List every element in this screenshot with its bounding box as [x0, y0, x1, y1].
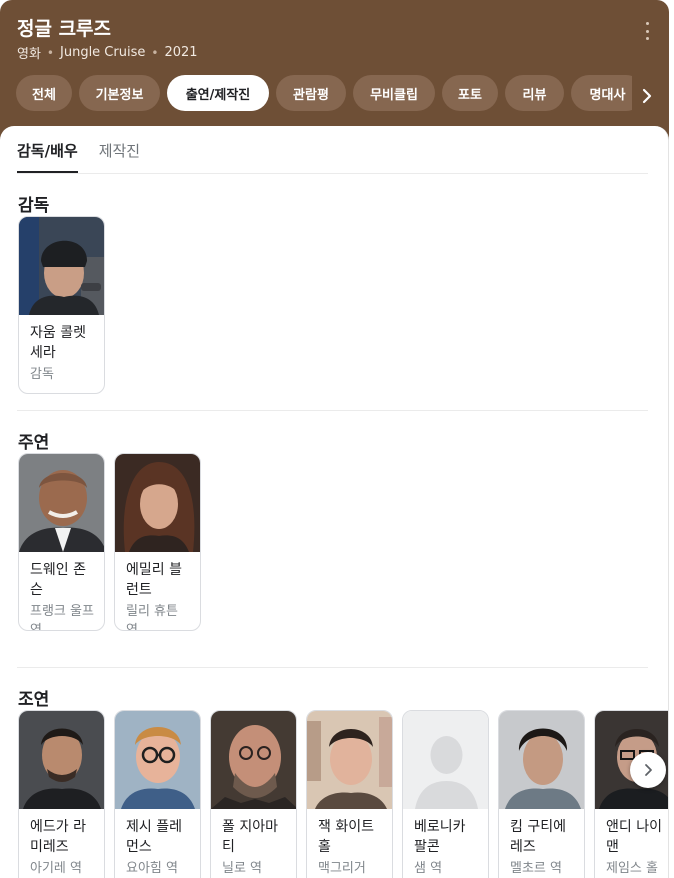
- person-name: 에드가 라미레즈: [30, 819, 86, 855]
- section-title-lead: 주연: [18, 433, 50, 453]
- person-photo: [19, 217, 104, 315]
- separator-dot: •: [46, 45, 54, 60]
- person-card[interactable]: 킴 구티에레즈 멜초르 역: [498, 710, 585, 878]
- subtitle: 영화 • Jungle Cruise • 2021: [17, 43, 198, 62]
- tab-cast-crew[interactable]: 출연/제작진: [167, 75, 269, 111]
- person-placeholder-icon: [403, 711, 488, 809]
- person-role: 샘 역: [414, 861, 443, 876]
- tab-label: 관람평: [293, 87, 329, 103]
- person-card[interactable]: 드웨인 존슨 프랭크 울프 역: [18, 453, 105, 631]
- divider: [17, 667, 648, 668]
- tab-quotes[interactable]: 명대사: [571, 75, 632, 111]
- subtitle-type: 영화: [17, 47, 41, 62]
- tab-reviews-rating[interactable]: 관람평: [276, 75, 346, 111]
- person-photo: [115, 454, 200, 552]
- header: 정글 크루즈 영화 • Jungle Cruise • 2021: [0, 0, 669, 140]
- person-photo: [211, 711, 296, 809]
- divider: [17, 410, 648, 411]
- person-role: 멜초르 역: [510, 861, 562, 876]
- person-role: 아기레 역: [30, 861, 82, 876]
- chevron-right-icon[interactable]: [636, 85, 658, 107]
- tab-movie-clips[interactable]: 무비클립: [353, 75, 435, 111]
- person-card[interactable]: 에드가 라미레즈 아기레 역: [18, 710, 105, 878]
- subtab-director-cast[interactable]: 감독/배우: [17, 140, 78, 173]
- person-card[interactable]: 앤디 나이맨 제임스 홀: [594, 710, 668, 878]
- chevron-right-glyph: [645, 764, 652, 776]
- person-role: 프랭크 울프 역: [30, 604, 94, 631]
- separator-dot: •: [151, 45, 159, 60]
- person-role: 맥그리거: [318, 861, 366, 876]
- person-name: 잭 화이트홀: [318, 819, 374, 855]
- tab-photos[interactable]: 포토: [442, 75, 498, 111]
- person-card[interactable]: 베로니카 팔콘 샘 역: [402, 710, 489, 878]
- divider: [17, 173, 648, 174]
- person-photo: [307, 711, 392, 809]
- person-photo: [499, 711, 584, 809]
- tab-label: 출연/제작진: [185, 87, 251, 103]
- chevron-right-icon[interactable]: [630, 752, 666, 788]
- subtitle-original-title: Jungle Cruise: [60, 45, 146, 60]
- person-name: 자움 콜렛 세라: [30, 325, 86, 361]
- person-role: 릴리 휴튼 역: [126, 604, 178, 631]
- person-photo: [19, 711, 104, 809]
- sub-tabs: 감독/배우 제작진: [17, 140, 161, 173]
- person-photo: [115, 711, 200, 809]
- tab-label: 전체: [32, 87, 56, 103]
- person-name: 제시 플레먼스: [126, 819, 182, 855]
- person-name: 드웨인 존슨: [30, 562, 86, 598]
- person-name: 앤디 나이맨: [606, 819, 662, 855]
- director-row: 자움 콜렛 세라 감독: [18, 216, 668, 416]
- person-role: 닐로 역: [222, 861, 263, 876]
- person-photo: [19, 454, 104, 552]
- tab-label: 포토: [458, 87, 482, 103]
- tab-basic-info[interactable]: 기본정보: [79, 75, 160, 111]
- person-role: 제임스 홀: [606, 861, 658, 876]
- person-name: 에밀리 블런트: [126, 562, 182, 598]
- person-role: 감독: [30, 367, 54, 382]
- person-card[interactable]: 제시 플레먼스 요아힘 역: [114, 710, 201, 878]
- person-card[interactable]: 폴 지아마티 닐로 역: [210, 710, 297, 878]
- supporting-row: 에드가 라미레즈 아기레 역 제시 플레먼스 요아힘 역 폴 지아마티 닐로 역…: [18, 710, 668, 878]
- more-vert-icon[interactable]: [639, 22, 655, 40]
- person-card[interactable]: 자움 콜렛 세라 감독: [18, 216, 105, 394]
- subtitle-year: 2021: [164, 45, 198, 60]
- section-title-director: 감독: [18, 196, 50, 216]
- person-name: 킴 구티에레즈: [510, 819, 566, 855]
- tab-reviews[interactable]: 리뷰: [505, 75, 564, 111]
- page-title: 정글 크루즈: [17, 18, 112, 40]
- tab-label: 무비클립: [370, 87, 418, 103]
- tab-label: 기본정보: [95, 87, 144, 103]
- tab-label: 명대사: [589, 87, 626, 103]
- tab-label: 리뷰: [522, 87, 547, 103]
- person-name: 베로니카 팔콘: [414, 819, 466, 855]
- tab-all[interactable]: 전체: [16, 75, 72, 111]
- category-tabs: 전체 기본정보 출연/제작진 관람평 무비클립 포토 리뷰 명대사: [16, 75, 632, 111]
- subtab-crew[interactable]: 제작진: [99, 140, 140, 173]
- content-card: 감독/배우 제작진 감독 자움 콜렛 세라 감독 주연 드웨인 존슨 프랭크 울…: [0, 126, 669, 878]
- person-card[interactable]: 잭 화이트홀 맥그리거: [306, 710, 393, 878]
- person-role: 요아힘 역: [126, 861, 178, 876]
- person-card[interactable]: 에밀리 블런트 릴리 휴튼 역: [114, 453, 201, 631]
- lead-row: 드웨인 존슨 프랭크 울프 역 에밀리 블런트 릴리 휴튼 역: [18, 453, 668, 653]
- person-name: 폴 지아마티: [222, 819, 278, 855]
- section-title-supporting: 조연: [18, 690, 50, 710]
